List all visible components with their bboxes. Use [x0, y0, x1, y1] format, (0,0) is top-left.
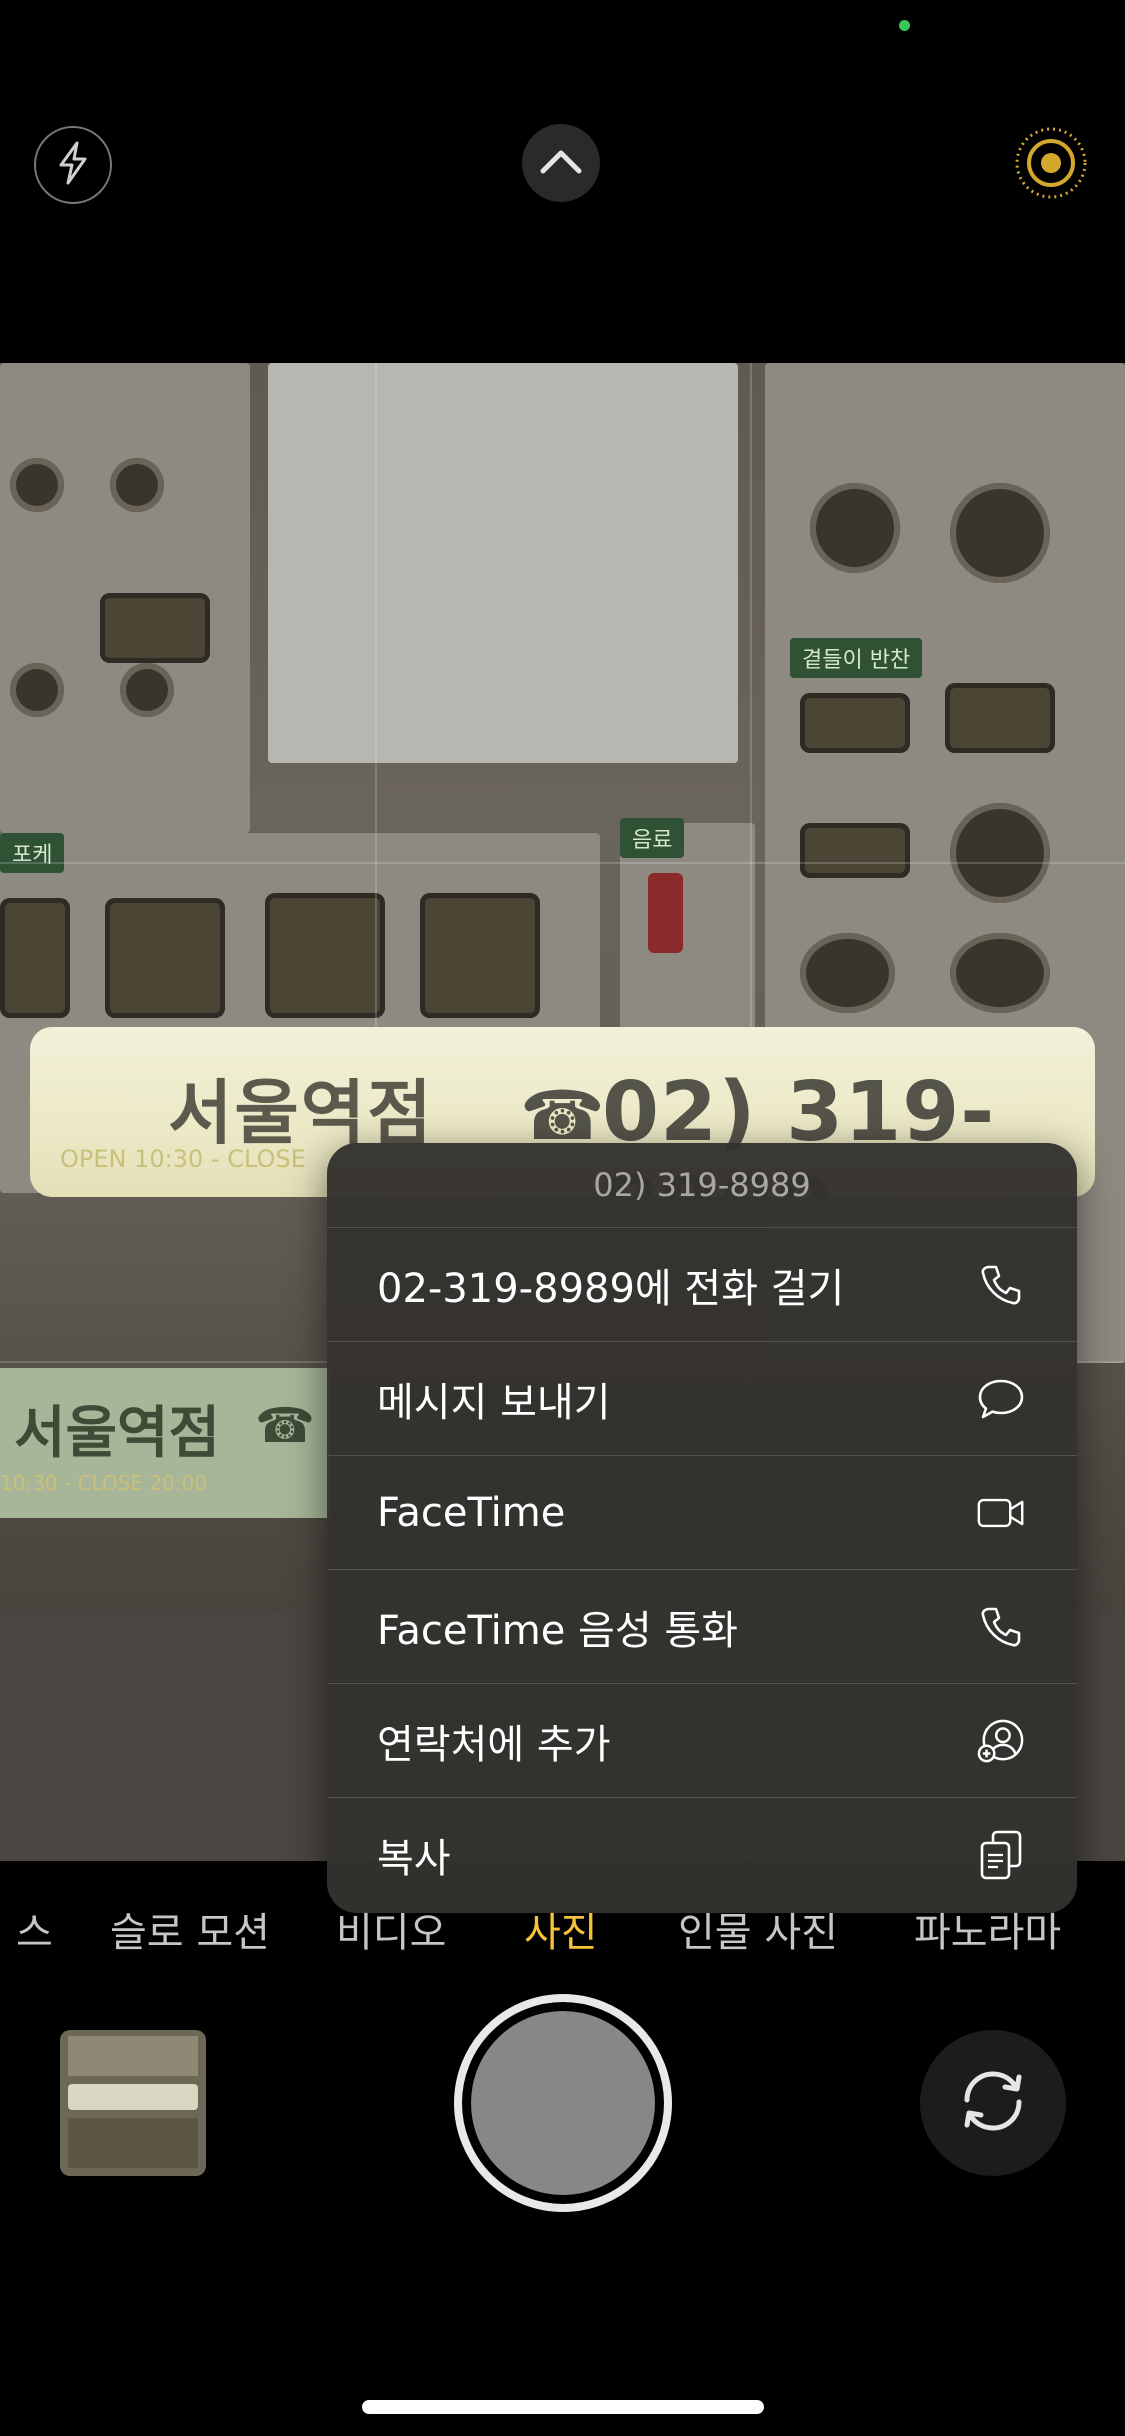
camera-mode-selector[interactable]: 스 슬로 모션 비디오 사진 인물 사진 파노라마	[0, 1900, 1125, 1960]
phone-icon	[977, 1261, 1025, 1309]
video-camera-icon	[977, 1489, 1025, 1537]
mode-timelapse[interactable]: 스	[16, 1900, 53, 1958]
last-photo-thumbnail[interactable]	[60, 2030, 206, 2176]
thumbnail-detail	[68, 2118, 198, 2168]
home-indicator[interactable]	[362, 2400, 764, 2414]
lower-store-name: 서울역점	[14, 1401, 221, 1466]
drink-tag: 음료	[620, 818, 685, 858]
food-photo	[420, 893, 540, 1018]
menu-item-label: FaceTime	[377, 1489, 566, 1536]
menu-item-label: 메시지 보내기	[377, 1379, 611, 1426]
shutter-inner	[471, 2011, 655, 2195]
live-photo-icon	[1013, 125, 1089, 205]
chevron-up-icon	[539, 147, 583, 179]
mode-photo[interactable]: 사진	[524, 1900, 598, 1958]
camera-in-use-indicator	[899, 20, 910, 31]
thumbnail-detail	[68, 2084, 198, 2110]
copy-menu-item[interactable]: 복사	[327, 1798, 1077, 1912]
phone-action-menu: 02) 319-8989 02-319-8989에 전화 걸기 메시지 보내기 …	[327, 1143, 1077, 1913]
food-photo	[265, 893, 385, 1018]
copy-icon	[977, 1830, 1025, 1880]
store-hours: OPEN 10:30 - CLOSE	[60, 1145, 306, 1173]
shutter-button[interactable]	[454, 1994, 672, 2212]
menu-header: 02) 319-8989	[327, 1143, 1077, 1228]
food-photo	[810, 483, 900, 573]
lower-phone-glyph: ☎	[255, 1398, 315, 1454]
switch-camera-button[interactable]	[920, 2030, 1066, 2176]
food-photo	[110, 458, 164, 512]
add-contact-menu-item[interactable]: 연락처에 추가	[327, 1684, 1077, 1798]
food-photo	[950, 483, 1050, 583]
menu-item-label: 복사	[377, 1836, 451, 1882]
message-bubble-icon	[977, 1375, 1025, 1423]
expand-controls-button[interactable]	[522, 124, 600, 202]
food-photo	[120, 663, 174, 717]
food-photo	[800, 693, 910, 753]
food-photo	[100, 593, 210, 663]
menu-poster-center	[268, 363, 738, 763]
camera-flip-icon	[953, 2066, 1033, 2140]
facetime-menu-item[interactable]: FaceTime	[327, 1456, 1077, 1570]
thumbnail-detail	[68, 2036, 198, 2076]
menu-item-label: 02-319-8989에 전화 걸기	[377, 1265, 845, 1312]
add-contact-icon	[977, 1717, 1025, 1765]
drink-can	[648, 873, 683, 953]
food-photo	[800, 823, 910, 878]
lower-hours: 10:30 - CLOSE 20:00	[0, 1471, 208, 1495]
call-menu-item[interactable]: 02-319-8989에 전화 걸기	[327, 1228, 1077, 1342]
menu-item-label: FaceTime 음성 통화	[377, 1607, 738, 1654]
food-photo	[950, 933, 1050, 1013]
grid-line	[0, 862, 1125, 864]
food-photo	[800, 933, 895, 1013]
mode-panorama[interactable]: 파노라마	[914, 1900, 1061, 1958]
poke-tag: 포케	[0, 833, 65, 873]
menu-item-label: 연락처에 추가	[377, 1721, 611, 1768]
food-photo	[10, 458, 64, 512]
mode-slow-motion[interactable]: 슬로 모션	[110, 1900, 270, 1958]
mode-portrait[interactable]: 인물 사진	[678, 1900, 838, 1958]
side-dish-tag: 곁들이 반찬	[790, 638, 923, 678]
food-photo	[105, 898, 225, 1018]
live-photo-button[interactable]	[1012, 126, 1090, 204]
food-photo	[0, 898, 70, 1018]
flash-off-icon	[53, 141, 93, 189]
flash-button[interactable]	[34, 126, 112, 204]
food-photo	[950, 803, 1050, 903]
mode-video[interactable]: 비디오	[336, 1900, 446, 1958]
phone-icon	[977, 1603, 1025, 1651]
food-photo	[10, 663, 64, 717]
food-photo	[945, 683, 1055, 753]
facetime-audio-menu-item[interactable]: FaceTime 음성 통화	[327, 1570, 1077, 1684]
message-menu-item[interactable]: 메시지 보내기	[327, 1342, 1077, 1456]
